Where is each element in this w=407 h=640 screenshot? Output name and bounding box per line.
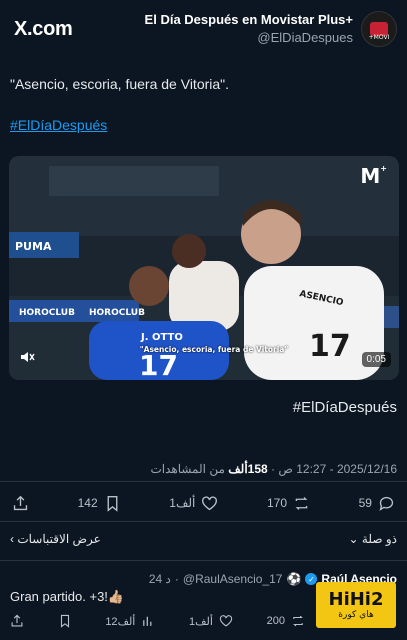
retweet-icon [293, 615, 303, 627]
views-count: 158ألف [228, 462, 268, 476]
bookmark-count: 142 [77, 496, 98, 510]
header: X.com El Día Después en Movistar Plus+ @… [0, 0, 407, 58]
reply-button[interactable]: 59 [359, 495, 395, 512]
watermark-logo: HiHi2 هاي كورة [316, 582, 396, 628]
views-icon [143, 616, 152, 626]
related-link[interactable]: ⌄ ذو صلة [349, 532, 397, 546]
hashtag-caption[interactable]: #ElDíaDespués [293, 399, 397, 416]
reply-text: Gran partido. +3!👍🏼 [10, 589, 125, 604]
avatar-label: +MOVI [368, 34, 390, 41]
movistar-logo: M+ [360, 164, 387, 188]
reply-bookmark-button[interactable] [58, 614, 72, 628]
reply-like-count: 1ألف [189, 615, 213, 628]
reply-retweet-button[interactable]: 200 [267, 614, 305, 628]
tweet-time: 12:27 ص [278, 462, 327, 476]
reply-time: 24 د [148, 572, 171, 586]
reply-count: 59 [358, 496, 372, 510]
reply-handle[interactable]: @RaulAsencio_17 [183, 572, 283, 586]
hashtag-link[interactable]: #ElDíaDespués [10, 117, 107, 133]
avatar[interactable]: +MOVI [361, 11, 397, 47]
like-button[interactable]: 1ألف [169, 495, 218, 512]
divider [0, 481, 407, 482]
retweet-icon [295, 496, 308, 510]
mute-icon[interactable] [19, 349, 37, 367]
tweet-date: 2025/12/16 [336, 462, 397, 476]
video-duration: 0:05 [361, 352, 391, 367]
video-caption: "Asencio, escoria, fuera de Vitoria" [139, 345, 289, 354]
quote-row: ‹ عرض الاقتباسات ⌄ ذو صلة [0, 527, 407, 551]
share-icon [11, 614, 23, 627]
retweet-count: 170 [266, 496, 287, 510]
ad-board-1: PUMA [15, 240, 52, 253]
author-name[interactable]: El Día Después en Movistar Plus+ [145, 11, 353, 29]
reply-views-count: 12ألف [105, 615, 136, 628]
bookmark-button[interactable]: 142 [78, 495, 121, 512]
tweet-text: "Asencio, escoria, fuera de Vitoria". [10, 76, 230, 92]
player-left-name: J. OTTO [140, 332, 183, 343]
club-badge-icon: ⚽ [286, 572, 302, 586]
reply-retweet-count: 200 [266, 615, 285, 627]
reply-share-button[interactable] [10, 614, 24, 628]
views-label: من المشاهدات [150, 462, 225, 476]
heart-icon [202, 495, 218, 510]
ad-board-2: HOROCLUB [19, 308, 75, 318]
author-handle[interactable]: @ElDiaDespues [145, 29, 353, 47]
video-player[interactable]: PUMA HOROCLUB HOROCLUB 17 J. OTTO 17 ASE… [9, 156, 399, 380]
tweet-meta: 2025/12/16 - 12:27 ص · 158ألف من المشاهد… [150, 462, 397, 476]
bookmark-icon [60, 614, 69, 628]
heart-icon [219, 615, 233, 627]
share-button[interactable] [12, 495, 29, 512]
divider [0, 521, 407, 522]
reply-views-button[interactable]: 12ألف [105, 614, 155, 628]
site-logo-text: X.com [14, 17, 73, 40]
view-quotes-link[interactable]: ‹ عرض الاقتباسات [10, 532, 101, 546]
reply-like-button[interactable]: 1ألف [189, 614, 233, 628]
ad-board-3: HOROCLUB [89, 308, 145, 318]
reply-icon [379, 496, 394, 511]
retweet-button[interactable]: 170 [267, 495, 310, 512]
player-right-number: 17 [309, 329, 351, 364]
share-icon [13, 495, 28, 510]
bookmark-icon [107, 495, 118, 512]
divider [0, 560, 407, 561]
action-bar: 142 1ألف 170 59 [0, 488, 407, 518]
chevron-down-icon: ⌄ [348, 532, 362, 546]
reply-action-bar: 12ألف 1ألف 200 [0, 610, 315, 632]
like-count: 1ألف [169, 496, 196, 510]
author-block[interactable]: El Día Después en Movistar Plus+ @ElDiaD… [145, 11, 397, 47]
x-logo[interactable]: X.com [14, 18, 73, 41]
